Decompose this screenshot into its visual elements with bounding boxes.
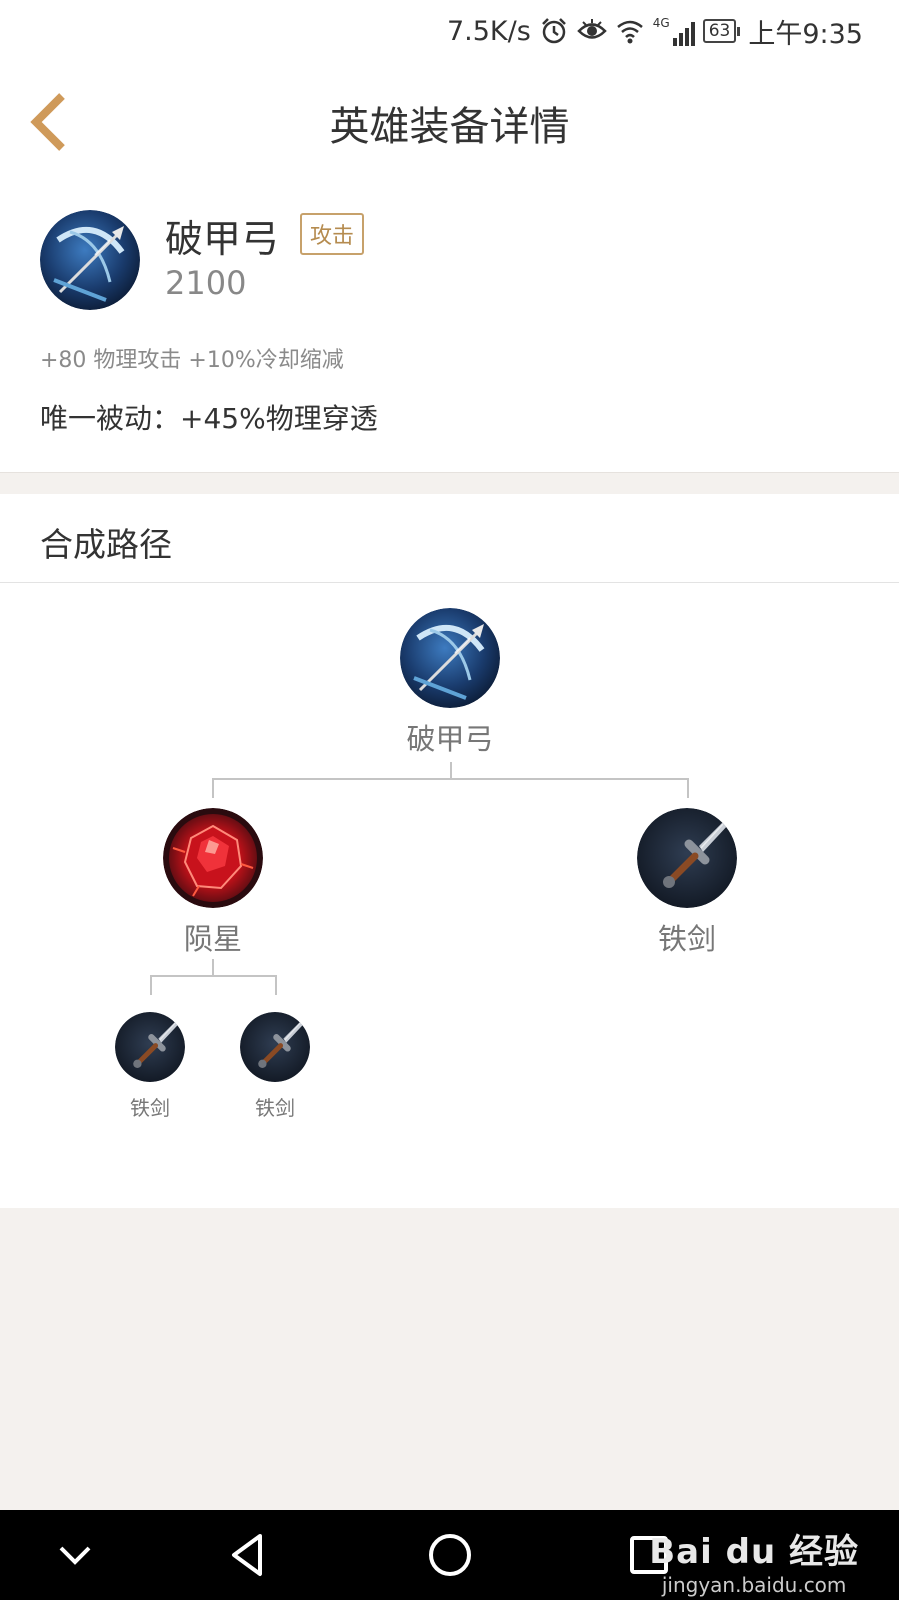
signal-4g-icon: 4G [653,16,695,46]
item-info-card: 破甲弓 攻击 2100 +80 物理攻击 +10%冷却缩减 唯一被动：+45%物… [0,190,899,472]
status-right: 7.5K/s 4G 63 上午9:35 [447,12,863,50]
wifi-icon [616,20,643,44]
item-passive: 唯一被动：+45%物理穿透 [40,402,378,435]
recipe-node-label: 破甲弓 [406,722,494,756]
network-speed: 7.5K/s [446,15,531,47]
recipe-separator [0,582,899,583]
hide-keyboard-button[interactable] [45,1530,105,1580]
header: 英雄装备详情 [0,62,899,190]
tree-connector [687,778,689,798]
iron-sword-icon [240,1012,310,1082]
tree-connector [212,778,214,798]
alarm-icon [541,18,566,44]
home-circle-icon [429,1534,471,1576]
chevron-down-icon [59,1546,91,1565]
armor-piercing-bow-icon [40,210,140,310]
recipe-node-iron-sword[interactable]: 铁剑 [233,1012,317,1122]
eye-icon [577,19,607,39]
tree-connector [212,778,689,780]
recipe-node-label: 铁剑 [130,1096,170,1120]
armor-piercing-bow-icon [400,608,500,708]
navigation-bar: Bai du 经验 jingyan.baidu.com [0,1510,899,1600]
recipe-node-iron-sword[interactable]: 铁剑 [108,1012,192,1122]
recipe-node-root[interactable]: 破甲弓 [395,608,505,756]
meteor-gem-icon [163,808,263,908]
iron-sword-icon [115,1012,185,1082]
iron-sword-icon [637,808,737,908]
battery-icon: 63 [702,19,741,43]
tree-connector [150,975,152,995]
item-category-tag: 攻击 [300,213,365,255]
recipe-node-label: 陨星 [183,922,242,956]
item-stats: +80 物理攻击 +10%冷却缩减 [40,348,344,373]
back-nav-button[interactable] [220,1530,280,1580]
home-nav-button[interactable] [420,1530,480,1580]
status-bar: 7.5K/s 4G 63 上午9:35 [0,0,899,62]
network-type: 4G [652,16,670,30]
page-title: 英雄装备详情 [329,104,570,150]
watermark-brand: Bai du 经验 [649,1532,859,1572]
recipe-title: 合成路径 [40,525,172,564]
recipe-node-iron-sword[interactable]: 铁剑 [632,808,742,956]
battery-level: 63 [702,19,737,43]
recipe-section: 合成路径 破甲弓 陨星 铁剑 铁剑 铁剑 [0,494,899,1208]
tree-connector [275,975,277,995]
baidu-jingyan-watermark: Bai du 经验 jingyan.baidu.com [649,1524,859,1597]
item-price: 2100 [165,264,247,302]
tree-connector [150,975,277,977]
clock: 上午9:35 [748,18,863,50]
item-name: 破甲弓 [165,217,280,261]
recipe-node-label: 铁剑 [657,922,716,956]
recipe-node-meteor[interactable]: 陨星 [158,808,268,956]
section-divider [0,472,899,495]
watermark-url: jingyan.baidu.com [661,1573,847,1597]
recipe-node-label: 铁剑 [255,1096,295,1120]
back-triangle-icon [232,1534,262,1576]
